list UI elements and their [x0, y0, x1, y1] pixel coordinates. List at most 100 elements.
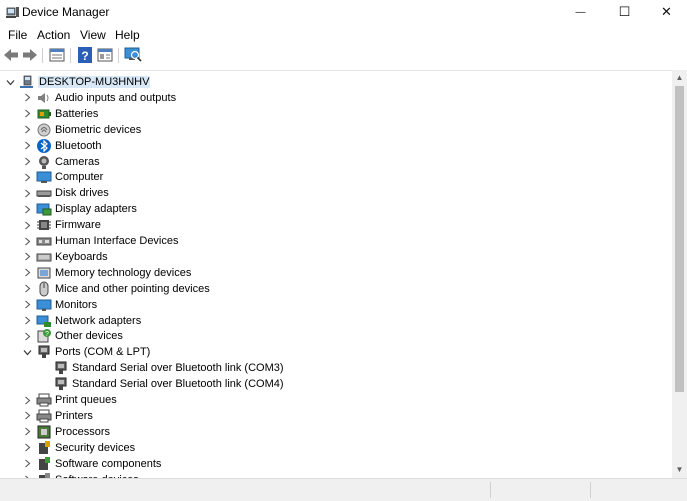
- expand-chevron-icon[interactable]: [21, 233, 34, 249]
- expand-chevron-icon[interactable]: [21, 169, 34, 185]
- menu-action[interactable]: Action: [37, 28, 70, 42]
- expand-chevron-icon[interactable]: [21, 90, 34, 106]
- toolbar-separator: [118, 48, 119, 63]
- expand-chevron-icon[interactable]: [21, 154, 34, 170]
- expand-chevron-icon[interactable]: [21, 265, 34, 281]
- tree-category-security-devices[interactable]: Security devices: [21, 440, 135, 456]
- tree-category-batteries[interactable]: Batteries: [21, 106, 98, 122]
- expand-chevron-icon[interactable]: [21, 392, 34, 408]
- tree-category-other-devices[interactable]: ? Other devices: [21, 328, 123, 344]
- window-title: Device Manager: [22, 5, 110, 19]
- expand-chevron-icon[interactable]: [21, 201, 34, 217]
- close-icon: ✕: [661, 4, 672, 19]
- printer-icon: [36, 408, 52, 424]
- tree-node-label: Other devices: [55, 330, 123, 343]
- tree-node-label: Ports (COM & LPT): [55, 346, 151, 359]
- expand-chevron-icon[interactable]: [21, 408, 34, 424]
- tree-node-label: Human Interface Devices: [55, 235, 179, 247]
- security-device-icon: [36, 440, 52, 456]
- menu-view[interactable]: View: [80, 28, 106, 42]
- keyboard-icon: [36, 249, 52, 265]
- expand-chevron-icon[interactable]: [21, 138, 34, 154]
- tree-category-print-queues[interactable]: Print queues: [21, 392, 117, 408]
- collapse-chevron-icon[interactable]: [4, 74, 17, 90]
- title-bar: Device Manager — ☐ ✕: [0, 0, 687, 24]
- tree-category-cameras[interactable]: Cameras: [21, 154, 100, 170]
- expand-chevron-icon[interactable]: [21, 249, 34, 265]
- speaker-icon: [36, 90, 52, 106]
- tree-node-label: Disk drives: [55, 187, 109, 200]
- tree-category-network-adapters[interactable]: Network adapters: [21, 313, 141, 329]
- expand-chevron-icon[interactable]: [21, 440, 34, 456]
- collapse-chevron-icon[interactable]: [21, 344, 34, 360]
- tree-category-bluetooth[interactable]: Bluetooth: [21, 138, 101, 154]
- minimize-button[interactable]: —: [560, 0, 601, 24]
- close-button[interactable]: ✕: [646, 0, 687, 24]
- status-divider: [490, 482, 491, 498]
- tree-category-printers[interactable]: Printers: [21, 408, 93, 424]
- tree-category-monitors[interactable]: Monitors: [21, 297, 97, 313]
- tree-root-node[interactable]: DESKTOP-MU3HNHV: [4, 74, 151, 90]
- expand-chevron-icon[interactable]: [21, 297, 34, 313]
- expand-chevron-icon[interactable]: [21, 106, 34, 122]
- print-queue-icon: [36, 392, 52, 408]
- processor-icon: [36, 424, 52, 440]
- expand-chevron-icon[interactable]: [21, 122, 34, 138]
- expand-chevron-icon[interactable]: [21, 313, 34, 329]
- tree-node-label: Software components: [55, 457, 162, 470]
- scroll-up-arrow-icon[interactable]: ▲: [672, 71, 687, 85]
- battery-icon: [36, 106, 52, 122]
- tree-category-human-interface-devices[interactable]: Human Interface Devices: [21, 233, 179, 249]
- tree-category-disk-drives[interactable]: Disk drives: [21, 185, 109, 201]
- tree-node-label: Standard Serial over Bluetooth link (COM…: [72, 362, 284, 375]
- tree-category-software-components[interactable]: Software components: [21, 456, 161, 472]
- scrollbar-thumb[interactable]: [675, 86, 684, 392]
- tree-category-firmware[interactable]: Firmware: [21, 217, 101, 233]
- mouse-icon: [36, 281, 52, 297]
- menu-help[interactable]: Help: [115, 28, 140, 42]
- tree-node-label: Standard Serial over Bluetooth link (COM…: [72, 378, 284, 391]
- camera-icon: [36, 154, 52, 170]
- update-view-icon[interactable]: [96, 46, 114, 64]
- tree-node-label: Computer: [55, 171, 104, 184]
- vertical-scrollbar[interactable]: ▲ ▼: [672, 70, 687, 478]
- tree-category-computer[interactable]: Computer: [21, 169, 103, 185]
- expand-chevron-icon[interactable]: [21, 456, 34, 472]
- scan-hardware-icon[interactable]: [124, 46, 142, 64]
- tree-category-keyboards[interactable]: Keyboards: [21, 249, 108, 265]
- tree-node-label: Network adapters: [55, 314, 142, 327]
- forward-icon[interactable]: [21, 46, 39, 64]
- tree-category-memory-technology-devices[interactable]: Memory technology devices: [21, 265, 191, 281]
- tree-node-label: Batteries: [55, 107, 99, 120]
- maximize-button[interactable]: ☐: [604, 0, 645, 24]
- tree-device-item[interactable]: Standard Serial over Bluetooth link (COM…: [38, 360, 284, 376]
- tree-category-processors[interactable]: Processors: [21, 424, 110, 440]
- tree-node-label: Mice and other pointing devices: [55, 282, 210, 295]
- menu-file[interactable]: File: [8, 28, 27, 42]
- scroll-down-arrow-icon[interactable]: ▼: [672, 463, 687, 477]
- unknown-device-icon: ?: [36, 328, 52, 344]
- tree-category-display-adapters[interactable]: Display adapters: [21, 201, 137, 217]
- tree-category-biometric-devices[interactable]: Biometric devices: [21, 122, 141, 138]
- properties-icon[interactable]: [48, 46, 66, 64]
- root-label: DESKTOP-MU3HNHV: [38, 76, 151, 88]
- tree-device-item[interactable]: Standard Serial over Bluetooth link (COM…: [38, 376, 284, 392]
- expand-chevron-icon[interactable]: [21, 328, 34, 344]
- tree-category-ports-com-lpt[interactable]: Ports (COM & LPT): [21, 344, 150, 360]
- expand-chevron-icon[interactable]: [21, 281, 34, 297]
- svg-text:?: ?: [45, 331, 49, 338]
- help-icon[interactable]: ?: [76, 46, 94, 64]
- computer-icon: [36, 169, 52, 185]
- expand-chevron-icon[interactable]: [21, 217, 34, 233]
- expand-chevron-icon[interactable]: [21, 424, 34, 440]
- tree-category-mice-and-other-pointing-devices[interactable]: Mice and other pointing devices: [21, 281, 210, 297]
- tree-node-label: Print queues: [55, 394, 117, 406]
- hid-icon: [36, 233, 52, 249]
- display-adapter-icon: [36, 201, 52, 217]
- back-icon[interactable]: [2, 46, 20, 64]
- device-manager-app-icon: [6, 7, 19, 18]
- tree-category-audio-inputs-and-outputs[interactable]: Audio inputs and outputs: [21, 90, 176, 106]
- expand-chevron-icon[interactable]: [21, 185, 34, 201]
